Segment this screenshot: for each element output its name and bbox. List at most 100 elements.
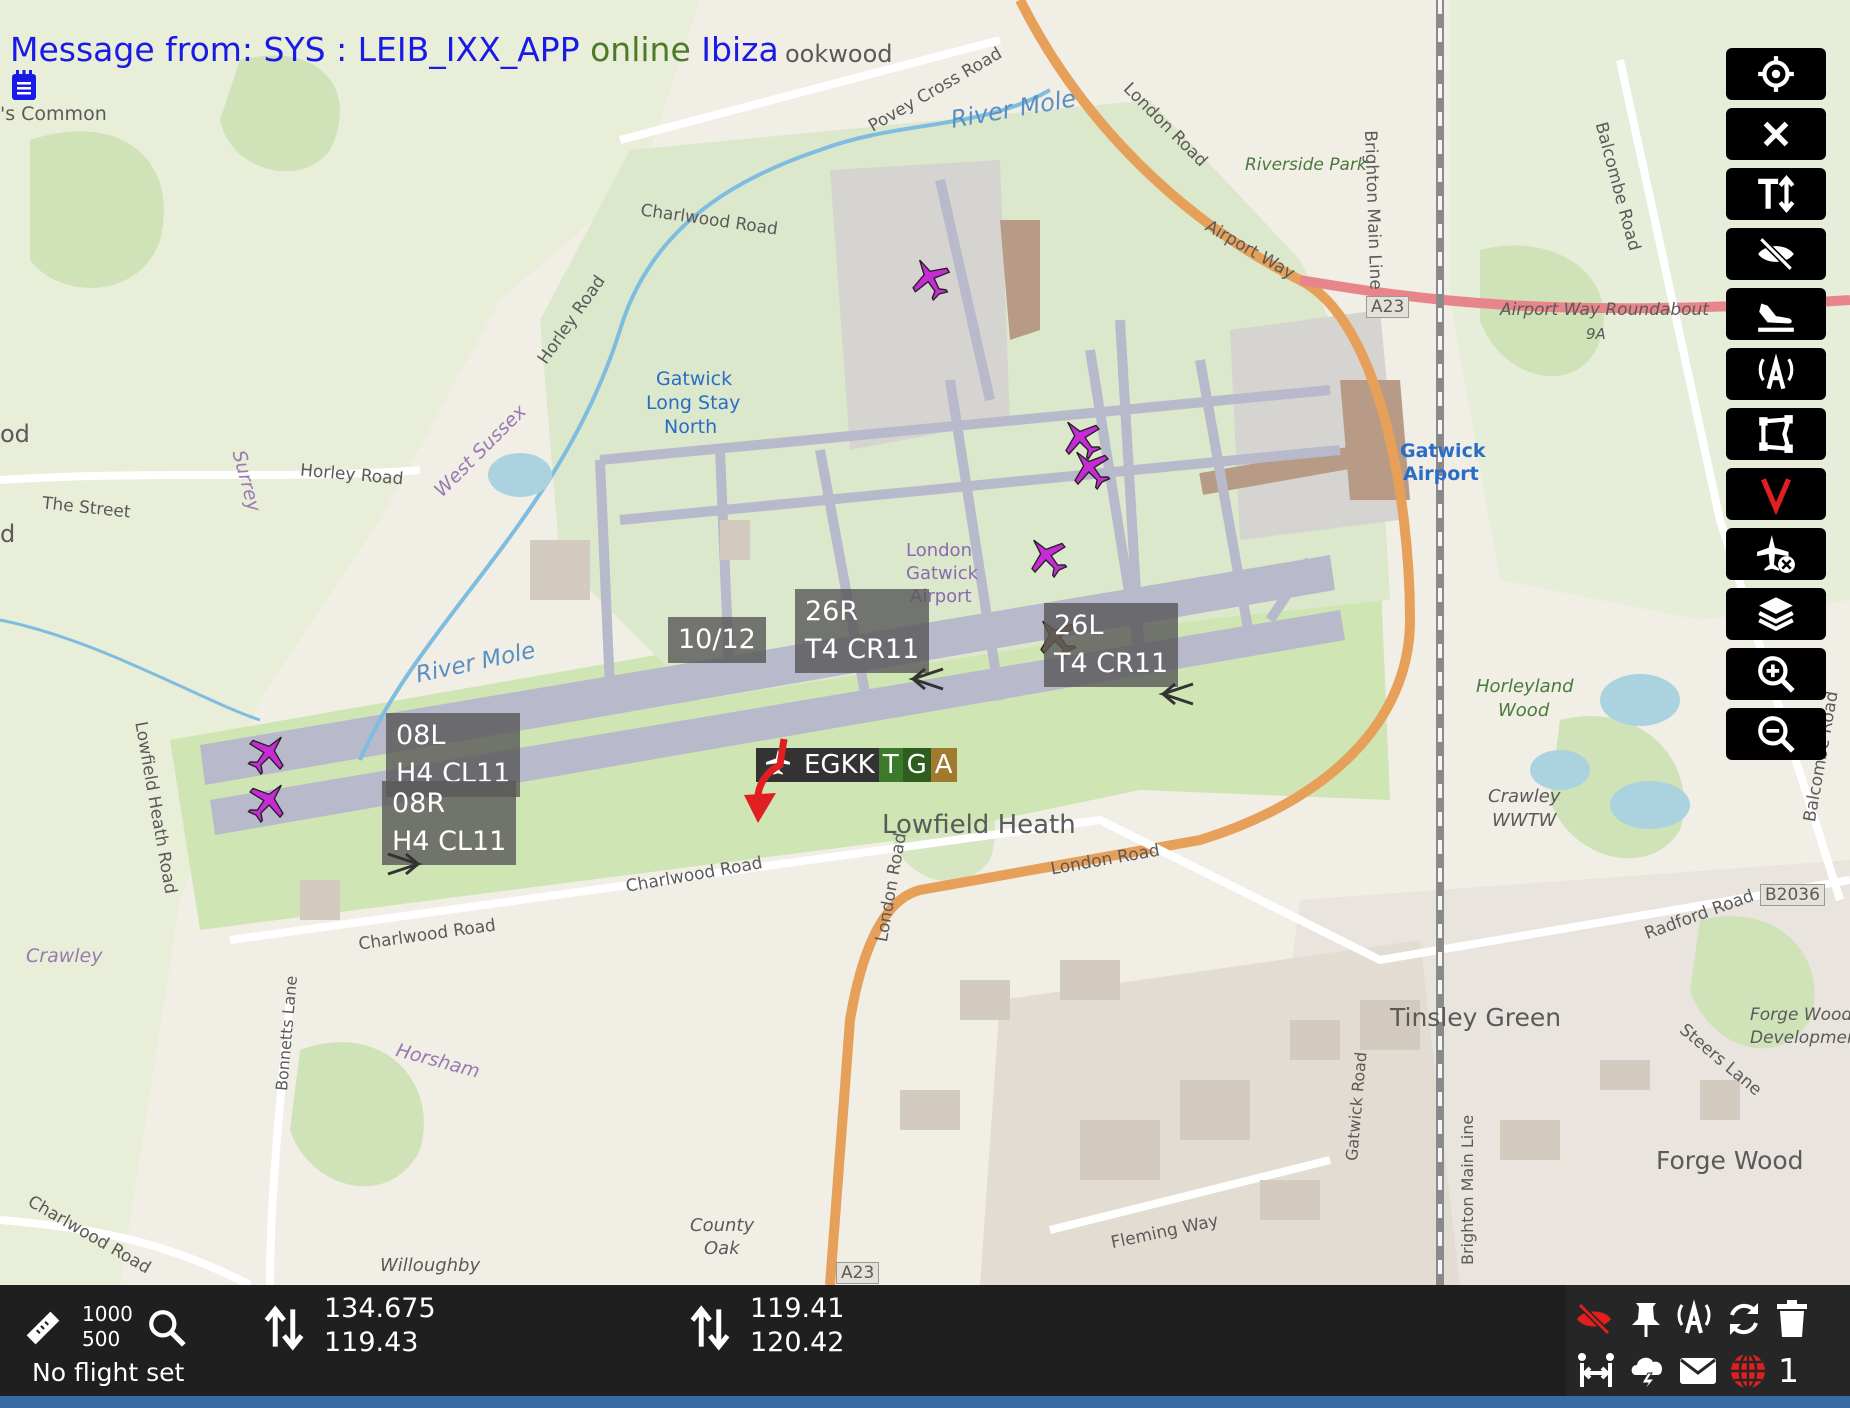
runway-label-line1: 26L — [1054, 610, 1104, 641]
pin-icon[interactable] — [1626, 1299, 1666, 1339]
map-label: ookwood — [785, 40, 893, 68]
map-label: Oak — [704, 1238, 740, 1259]
globe-icon[interactable] — [1728, 1351, 1768, 1391]
hide-labels-icon[interactable] — [1574, 1299, 1614, 1339]
area-button[interactable] — [1726, 408, 1826, 460]
vector-icon — [1760, 478, 1792, 515]
runway-label-line1: 10/12 — [678, 624, 756, 655]
map-label: Willoughby — [380, 1255, 481, 1276]
online-count: 1 — [1778, 1351, 1799, 1390]
map-label: Gatwick — [906, 563, 979, 584]
runway-label-line2: T4 CR11 — [1054, 648, 1169, 679]
map-label: Lowfield Heath — [882, 810, 1076, 840]
map-label: Gatwick — [656, 368, 733, 390]
map-label: Development — [1750, 1028, 1850, 1048]
zoom-in-icon — [1758, 656, 1795, 693]
map-label: d — [0, 520, 16, 548]
frequency-1-standby[interactable]: 119.43 — [324, 1327, 418, 1358]
map-label: B2036 — [1760, 884, 1825, 906]
map-label: A23 — [1366, 296, 1410, 318]
map-label: 's Common — [0, 103, 107, 125]
frequency-2-active[interactable]: 119.41 — [750, 1293, 844, 1324]
vector-button[interactable] — [1726, 468, 1826, 520]
atc-icon — [1758, 353, 1794, 390]
wind-arrow-icon — [1158, 682, 1194, 706]
map-label: North — [664, 416, 718, 438]
close-button[interactable] — [1726, 108, 1826, 160]
airport-flag-t: T — [878, 748, 903, 782]
map-label: Forge Wood — [1750, 1005, 1850, 1025]
map-label: Crawley — [1488, 786, 1561, 807]
map-label: Airport — [1403, 463, 1479, 485]
weather-icon[interactable] — [1628, 1351, 1668, 1391]
atc-icon[interactable] — [1672, 1299, 1716, 1339]
runway-label-line1: 08L — [396, 720, 446, 751]
ruler-icon[interactable] — [22, 1307, 64, 1349]
wind-arrow-icon — [387, 852, 423, 876]
map-label: Tinsley Green — [1390, 1003, 1562, 1032]
airport-flag-g: G — [902, 748, 931, 782]
message-prefix: Message from: SYS : LEIB_IXX_APP — [10, 30, 580, 69]
runway-label-26r[interactable]: 26R T4 CR11 — [795, 589, 930, 673]
runway-label-line1: 26R — [805, 596, 859, 627]
map-label: London — [906, 540, 972, 561]
map-label: od — [0, 420, 30, 448]
zoom-out-button[interactable] — [1726, 708, 1826, 760]
hide-labels-button[interactable] — [1726, 228, 1826, 280]
red-arrow-icon — [744, 738, 788, 823]
map-label: Forge Wood — [1656, 1146, 1804, 1175]
map-label: 9A — [1586, 325, 1606, 343]
frequency-swap-icon[interactable] — [262, 1305, 306, 1351]
map-label: WWTW — [1492, 810, 1557, 831]
remove-aircraft-icon — [1757, 535, 1795, 573]
runway-label-26l[interactable]: 26L T4 CR11 — [1044, 603, 1179, 687]
crosshair-icon — [1758, 56, 1794, 92]
map-label: Gatwick — [1400, 440, 1486, 462]
frequency-1-active[interactable]: 134.675 — [324, 1293, 436, 1324]
system-message: Message from: SYS : LEIB_IXX_APP online … — [10, 30, 779, 69]
bottom-strip — [0, 1396, 1850, 1408]
hide-labels-icon — [1758, 237, 1794, 271]
airport-code: EGKK — [804, 750, 875, 780]
mail-icon[interactable] — [1678, 1355, 1718, 1387]
trash-icon[interactable] — [1774, 1299, 1810, 1339]
map-view[interactable]: 's Common ookwood Povey Cross Road River… — [0, 0, 1850, 1285]
runway-label-10-12[interactable]: 10/12 — [668, 617, 766, 663]
layers-button[interactable] — [1726, 588, 1826, 640]
wind-arrow-icon — [908, 667, 944, 691]
separation-icon[interactable] — [1574, 1351, 1618, 1391]
text-size-button[interactable] — [1726, 168, 1826, 220]
flight-status: No flight set — [32, 1358, 185, 1387]
message-place: Ibiza — [701, 30, 779, 69]
close-icon — [1763, 121, 1789, 147]
frequency-swap-icon[interactable] — [688, 1305, 732, 1351]
zoom-out-icon — [1758, 716, 1795, 753]
map-label: Brighton Main Line — [1458, 1114, 1477, 1265]
map-label: Wood — [1498, 700, 1550, 721]
range-bottom: 500 — [82, 1327, 121, 1351]
frequency-2-standby[interactable]: 120.42 — [750, 1327, 844, 1358]
landing-button[interactable] — [1726, 288, 1826, 340]
landing-icon — [1758, 303, 1794, 332]
map-label: A23 — [836, 1262, 880, 1284]
zoom-in-button[interactable] — [1726, 648, 1826, 700]
map-label: Airport Way Roundabout — [1500, 300, 1709, 320]
refresh-icon[interactable] — [1724, 1299, 1764, 1339]
notepad-icon[interactable] — [10, 70, 38, 102]
status-bar: 1000 500 No flight set 134.675 119.43 11… — [0, 1285, 1850, 1408]
text-size-icon — [1758, 175, 1795, 213]
message-status: online — [590, 30, 691, 69]
crosshair-button[interactable] — [1726, 48, 1826, 100]
range-top: 1000 — [82, 1302, 133, 1326]
airport-flag-a: A — [930, 748, 957, 782]
map-label: County — [690, 1215, 755, 1236]
area-icon — [1759, 415, 1793, 453]
remove-aircraft-button[interactable] — [1726, 528, 1826, 580]
map-label: Horleyland — [1476, 676, 1574, 697]
atc-button[interactable] — [1726, 348, 1826, 400]
runway-label-line1: 08R — [392, 788, 446, 819]
search-icon[interactable] — [146, 1307, 188, 1349]
layers-icon — [1758, 597, 1794, 632]
runway-label-line2: T4 CR11 — [805, 634, 920, 665]
map-label: Long Stay — [646, 392, 741, 414]
